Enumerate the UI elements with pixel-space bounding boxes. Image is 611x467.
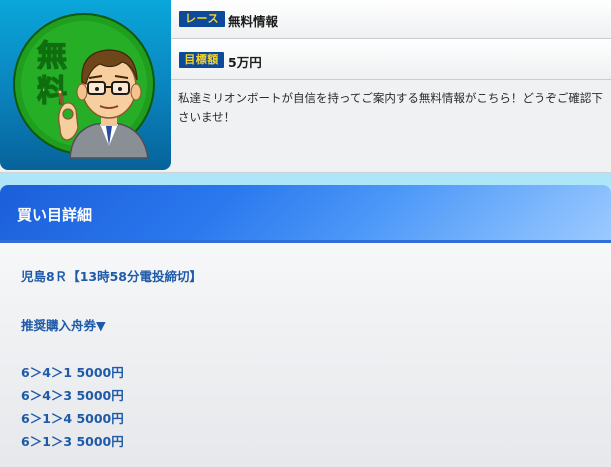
businessman-ok-gesture-icon: 無 料 <box>13 13 155 159</box>
detail-title: 買い目詳細 <box>17 206 93 224</box>
bet-item: 6＞1＞4 5000円 <box>21 411 124 426</box>
recommend-label: 推奨購入舟券▼ <box>21 318 106 333</box>
bet-detail-panel: 買い目詳細 児島8Ｒ【13時58分電投締切】 推奨購入舟券▼ 6＞4＞1 500… <box>0 185 611 467</box>
race-info: 児島8Ｒ【13時58分電投締切】 <box>21 269 202 284</box>
target-row: 目標額 5万円 <box>171 39 611 80</box>
target-tag: 目標額 <box>179 52 224 68</box>
race-row: レース 無料情報 <box>171 0 611 39</box>
race-tag: レース <box>179 11 225 27</box>
bet-item: 6＞4＞3 5000円 <box>21 388 124 403</box>
description-text: 私達ミリオンボートが自信を持ってご案内する無料情報がこちら！どうぞご確認下さいま… <box>178 91 603 124</box>
bet-item: 6＞4＞1 5000円 <box>21 365 124 380</box>
description-row: 私達ミリオンボートが自信を持ってご案内する無料情報がこちら！どうぞご確認下さいま… <box>171 80 611 170</box>
race-value: 無料情報 <box>228 14 279 29</box>
bet-item: 6＞1＞3 5000円 <box>21 434 124 449</box>
bet-list: 6＞4＞1 5000円 6＞4＞3 5000円 6＞1＞4 5000円 6＞1＞… <box>21 361 124 453</box>
target-value: 5万円 <box>228 55 262 70</box>
detail-header: 買い目詳細 <box>0 185 611 243</box>
free-info-thumbnail: 無 料 <box>0 0 171 170</box>
badge-char-1: 無 <box>37 39 67 74</box>
free-info-card: 無 料 レース 無料情報 目標額 5万円 私達ミリオンボートが自信を持ってご案内… <box>0 0 611 173</box>
